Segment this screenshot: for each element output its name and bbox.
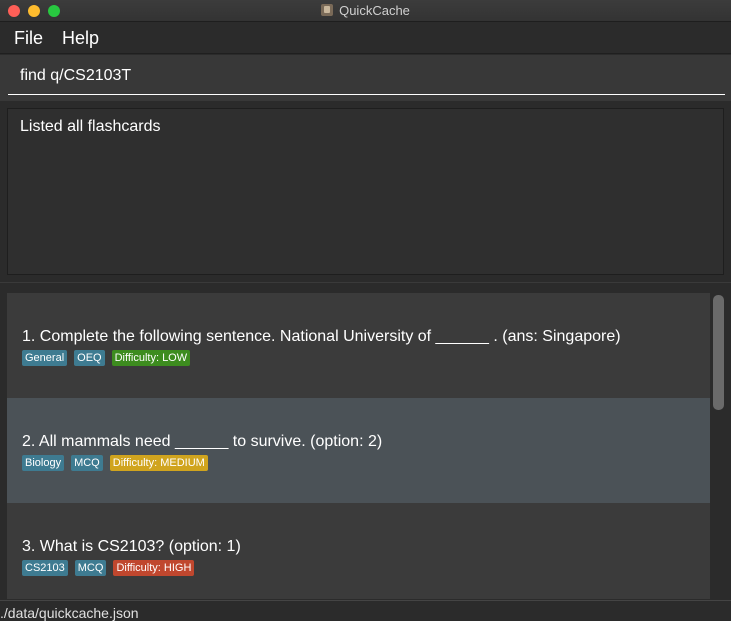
flashcard-question: 2. All mammals need ______ to survive. (… [22,433,383,450]
window-title: QuickCache [339,3,410,18]
menu-bar: File Help [0,22,731,54]
tag-label: MCQ [74,560,107,576]
tag-label: Biology [22,455,65,471]
flashcard-item-selected[interactable]: 2. All mammals need ______ to survive. (… [7,398,710,503]
app-icon [321,4,334,16]
command-input[interactable] [8,57,725,95]
tag-label: OEQ [74,350,105,366]
window-title-group: QuickCache [0,3,731,18]
command-area [0,55,731,101]
flashcard-tags: Biology MCQ Difficulty: MEDIUM [22,455,208,471]
flashcard-item[interactable]: 3. What is CS2103? (option: 1) CS2103 MC… [7,503,710,599]
difficulty-badge: Difficulty: LOW [111,350,191,366]
menu-file[interactable]: File [14,28,43,49]
tag-label: CS2103 [22,560,68,576]
title-bar: QuickCache [0,0,731,22]
difficulty-badge: Difficulty: HIGH [113,560,195,576]
tag-label: MCQ [71,455,103,471]
status-bar: ./data/quickcache.json [0,600,731,621]
flashcard-item[interactable]: 1. Complete the following sentence. Nati… [7,293,710,398]
flashcard-list[interactable]: 1. Complete the following sentence. Nati… [7,293,710,599]
data-file-path: ./data/quickcache.json [0,605,139,621]
tag-label: General [22,350,68,366]
menu-help[interactable]: Help [62,28,99,49]
flashcard-question: 3. What is CS2103? (option: 1) [22,538,241,555]
flashcard-tags: General OEQ Difficulty: LOW [22,350,191,366]
difficulty-badge: Difficulty: MEDIUM [109,455,208,471]
flashcard-list-panel: 1. Complete the following sentence. Nati… [0,282,731,599]
flashcard-tags: CS2103 MCQ Difficulty: HIGH [22,560,195,576]
result-message: Listed all flashcards [20,118,161,135]
list-scrollbar[interactable] [713,295,724,410]
flashcard-question: 1. Complete the following sentence. Nati… [22,328,621,345]
result-display: Listed all flashcards [7,108,724,275]
